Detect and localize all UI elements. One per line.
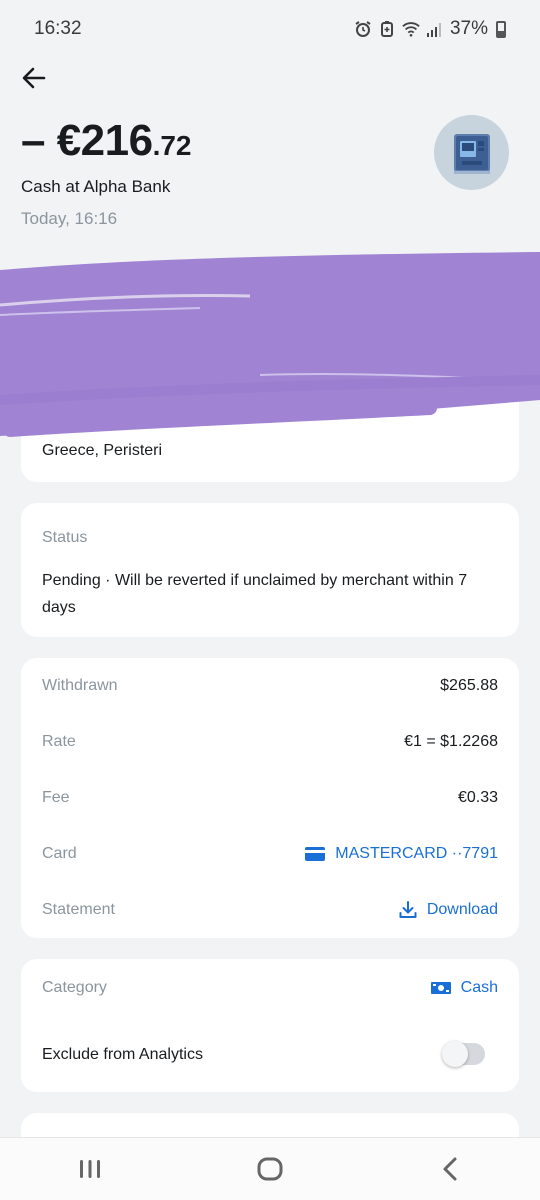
cash-icon [430,982,451,994]
toggle-knob [442,1041,468,1067]
recent-apps-button[interactable] [60,1149,120,1189]
download-icon [399,901,417,918]
card-label: Card [42,845,77,862]
signal-icon [426,23,441,37]
category-value: Cash [460,979,498,996]
status-icons: 37% [354,18,506,40]
wifi-icon [402,22,420,37]
withdrawn-row: Withdrawn $265.88 [42,674,498,698]
status-bar: 16:32 37% [0,0,540,58]
rate-label: Rate [42,733,76,750]
system-nav-bar [0,1137,540,1200]
card-value: MASTERCARD ··7791 [335,845,498,862]
alarm-icon [355,21,371,37]
category-link[interactable]: Cash [430,979,498,997]
transaction-amount: – €216 .72 [21,116,192,166]
statement-row[interactable]: Statement Download [42,898,498,922]
atm-icon [453,133,490,174]
card-link[interactable]: MASTERCARD ··7791 [305,845,498,863]
merchant-avatar[interactable] [434,115,509,190]
statement-label: Statement [42,901,115,918]
location-text: Greece, Peristeri [42,442,163,459]
merchant-name: Cash at Alpha Bank [21,177,171,196]
category-label: Category [42,979,107,996]
fee-row: Fee €0.33 [42,786,498,810]
home-button[interactable] [240,1149,300,1189]
rate-row: Rate €1 = $1.2268 [42,730,498,754]
status-card: Status Pending · Will be reverted if unc… [21,503,519,637]
download-statement-button[interactable]: Download [399,901,498,919]
exclude-label: Exclude from Analytics [42,1046,203,1063]
back-icon [443,1157,457,1181]
details-card: Withdrawn $265.88 Rate €1 = $1.2268 Fee … [21,658,519,938]
statement-value: Download [426,901,498,918]
back-button[interactable] [18,62,50,94]
rate-value: €1 = $1.2268 [404,733,498,750]
card-row[interactable]: Card MASTERCARD ··7791 [42,842,498,866]
battery-icon [496,20,506,38]
status-text: Pending · Will be reverted if unclaimed … [42,572,468,616]
card-icon [305,847,326,861]
withdrawn-label: Withdrawn [42,677,118,694]
amount-main: – €216 [21,116,153,165]
redaction-scribble [0,250,540,440]
transaction-date: Today, 16:16 [21,209,118,228]
exclude-row: Exclude from Analytics [42,1043,498,1067]
withdrawn-value: $265.88 [440,677,498,694]
battery-percent: 37% [449,18,488,39]
home-icon [257,1157,283,1181]
fee-label: Fee [42,789,70,806]
fee-value: €0.33 [457,789,498,806]
system-back-button[interactable] [420,1149,480,1189]
category-card: Category Cash Exclude from Analytics [21,959,519,1092]
amount-cents: .72 [152,130,192,161]
arrow-left-icon [22,67,46,89]
recent-apps-icon [80,1160,100,1178]
exclude-analytics-toggle[interactable] [442,1041,485,1067]
status-time: 16:32 [34,18,82,39]
category-row[interactable]: Category Cash [42,976,498,1000]
status-label: Status [42,529,88,546]
battery-saver-icon [380,21,393,37]
